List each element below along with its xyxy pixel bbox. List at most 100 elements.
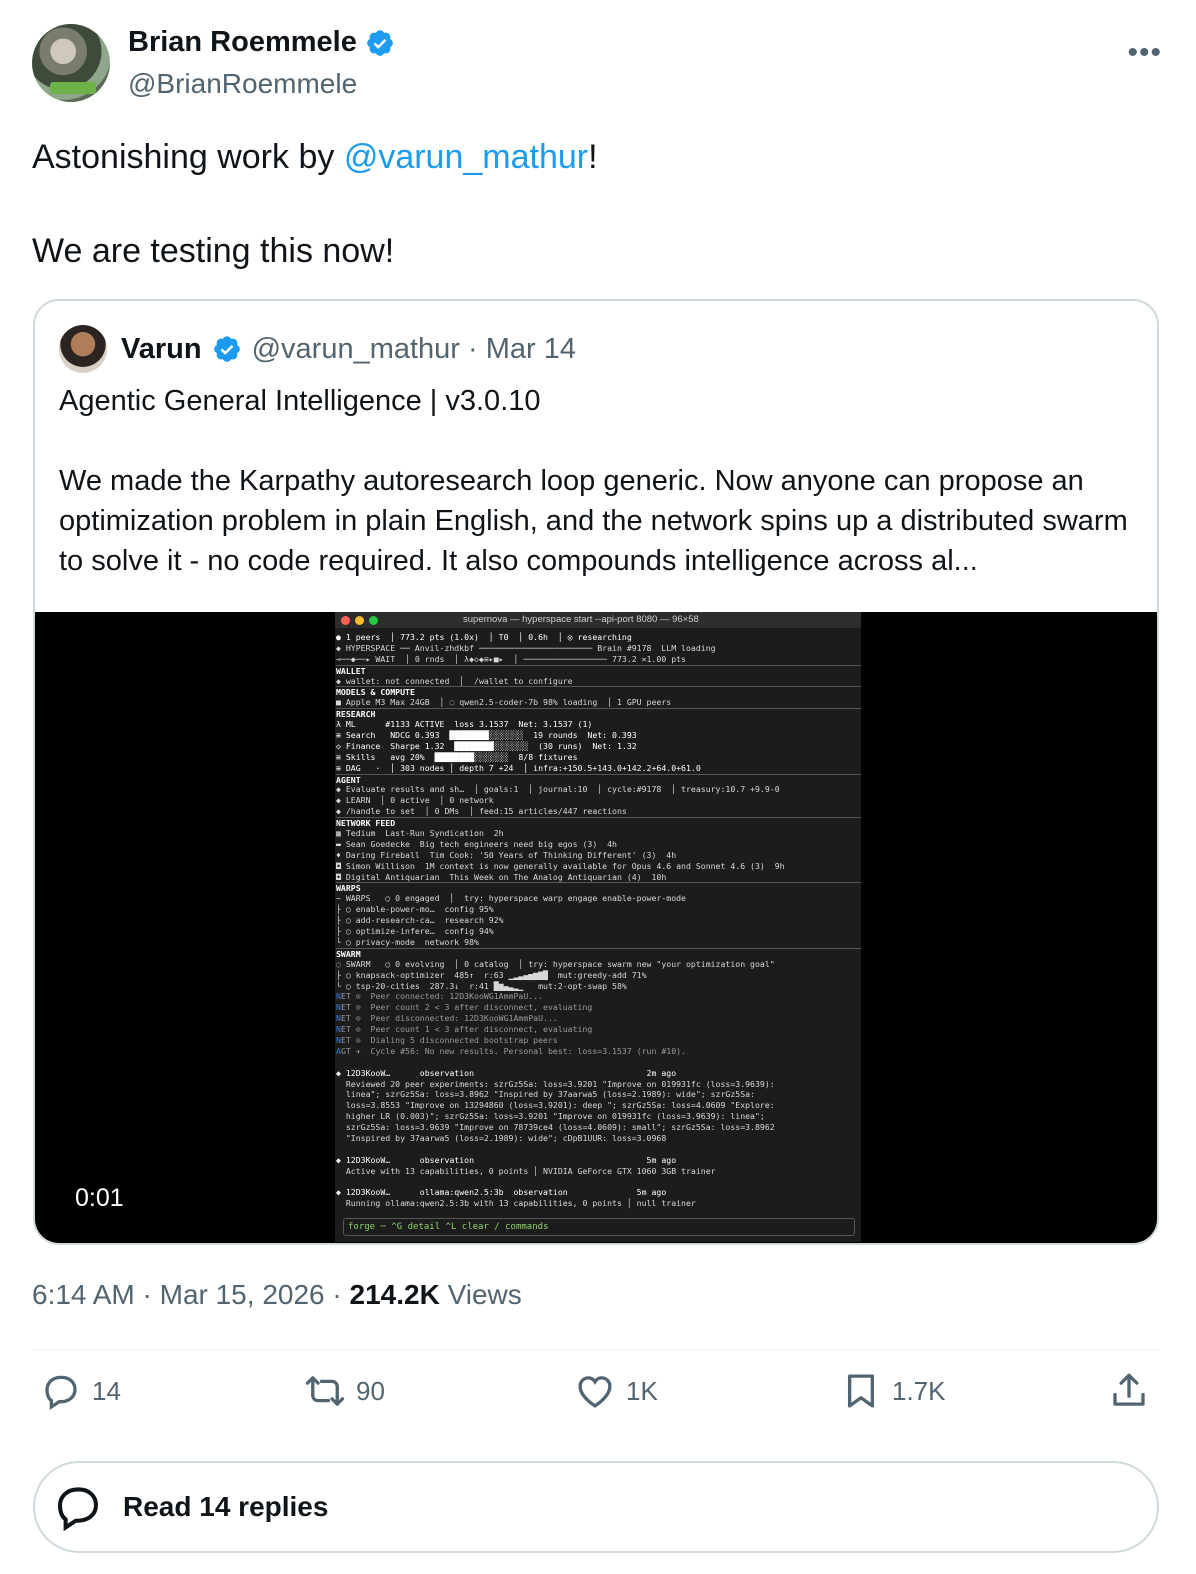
terminal-line: higher LR (0.003)"; szrGz5Sa: loss=3.920… [336, 1111, 765, 1122]
terminal-line: └ ○ tsp-20-cities 287.3↓ r:41 █▆▄▃▂▁ mut… [336, 980, 627, 991]
terminal-line: ≡ Skills avg 20% ████████░░░░░░░ 8/8 fix… [336, 751, 578, 762]
terminal-line: NET ⊙ Peer count 1 < 3 after disconnect,… [336, 1024, 593, 1035]
heart-icon [578, 1376, 612, 1408]
terminal-line: linea"; szrGz5Sa: loss=3.8962 "Inspired … [336, 1089, 755, 1100]
terminal-line: NET ⊙ Dialing 5 disconnected bootstrap p… [336, 1034, 558, 1045]
views-label: Views [439, 1279, 522, 1310]
tweet-text: Astonishing work by @varun_mathur! We ar… [32, 134, 1162, 322]
terminal-line: ├ ○ enable-power-mo… config 95% [336, 904, 494, 915]
terminal-line: ~ WARPS ○ 0 engaged │ try: hyperspace wa… [336, 893, 686, 904]
terminal-line: ▬ Sean Goedecke Big tech engineers need … [336, 838, 617, 849]
divider [32, 1349, 1159, 1350]
author-display-name[interactable]: Brian Roemmele [128, 26, 357, 59]
tweet-text-intro: Astonishing work by [32, 138, 344, 176]
quoted-tweet-header: Varun @varun_mathur · Mar 14 [59, 325, 576, 373]
terminal-line: ◆ Evaluate results and sh… │ goals:1 │ j… [336, 784, 780, 795]
terminal-line: ├ ○ knapsack-optimizer 485↑ r:63 ▁▂▃▄▅▆▇… [336, 969, 647, 980]
verified-badge-icon [367, 29, 393, 56]
terminal-line: ◆ HYPERSPACE ── Anvil-zhdkbf ───────────… [336, 642, 716, 653]
quoted-author-name[interactable]: Varun [121, 333, 202, 366]
terminal-line: ◆ 12D3KooW… observation 2m ago [336, 1067, 677, 1078]
like-button[interactable]: 1K [574, 1370, 658, 1412]
minimize-dot-icon [355, 615, 364, 625]
bookmark-icon [847, 1374, 875, 1408]
repost-button[interactable]: 90 [304, 1370, 385, 1412]
mention-link[interactable]: @varun_mathur [344, 138, 588, 176]
quoted-tweet-text: We made the Karpathy autoresearch loop g… [59, 465, 1128, 577]
terminal-titlebar: supernova — hyperspace start --api-port … [335, 612, 861, 628]
terminal-line: ▦ Tedium Last-Run Syndication 2h [336, 828, 504, 839]
terminal-line: RESEARCH [336, 708, 861, 719]
terminal-line: ◆ 12D3KooW… ollama:qwen2.5:3b observatio… [336, 1187, 667, 1198]
tweet-timestamp[interactable]: 6:14 AM · Mar 15, 2026 · [32, 1279, 350, 1310]
terminal-line: ■ Apple M3 Max 24GB │ ◌ qwen2.5-coder-7b… [336, 697, 672, 708]
quoted-author-avatar[interactable] [59, 325, 107, 373]
terminal-title: supernova — hyperspace start --api-port … [463, 613, 699, 625]
zoom-dot-icon [369, 615, 378, 625]
terminal-line: loss=3.8553 "Improve on 13294860 (loss=3… [336, 1100, 775, 1111]
terminal-line: ⊸──◆──▸ WAIT │ 0 rnds │ λ◆◇◆≡▸■▸ │ ─────… [336, 653, 686, 664]
terminal-line: Reviewed 20 peer experiments: szrGz5Sa: … [336, 1078, 775, 1089]
terminal-line: Running ollama:qwen2.5:3b with 13 capabi… [336, 1198, 696, 1209]
terminal-line: ≡ DAG · │ 303 nodes │ depth 7 +24 │ infr… [336, 762, 701, 773]
views-count: 214.2K [349, 1279, 440, 1310]
video-timecode: 0:01 [75, 1184, 124, 1212]
terminal-line: ◆ 12D3KooW… observation 5m ago [336, 1154, 677, 1165]
reply-count: 14 [92, 1375, 121, 1406]
reply-bubble-icon [57, 1487, 99, 1532]
reply-button[interactable]: 14 [40, 1370, 121, 1412]
tweet-meta: 6:14 AM · Mar 15, 2026 · 214.2K Views [32, 1279, 522, 1311]
quoted-author-handle-date[interactable]: @varun_mathur · Mar 14 [252, 333, 576, 366]
author-handle[interactable]: @BrianRoemmele [128, 68, 357, 100]
read-replies-label: Read 14 replies [123, 1491, 329, 1522]
terminal-screenshot: supernova — hyperspace start --api-port … [335, 612, 861, 1242]
tweet-header: Brian Roemmele @BrianRoemmele ••• [32, 24, 1162, 104]
terminal-line: ♦ Daring Fireball Tim Cook: '50 Years of… [336, 849, 677, 860]
quoted-tweet-title: Agentic General Intelligence | v3.0.10 [59, 385, 541, 417]
terminal-line: "Inspired by 37aarwa5 (loss=2.1989): wid… [336, 1132, 667, 1143]
terminal-line: ≡ Search NDCG 0.393 ████████░░░░░░░ 19 r… [336, 730, 637, 741]
terminal-line: NET ⊙ Peer connected: 12D3KooWG1AmmPaU..… [336, 991, 544, 1002]
share-icon [1113, 1373, 1145, 1406]
close-dot-icon [341, 615, 350, 625]
like-count: 1K [626, 1375, 658, 1406]
terminal-line: MODELS & COMPUTE [336, 686, 861, 697]
tweet-text-second-line: We are testing this now! [32, 232, 395, 270]
terminal-line: ◆ wallet: not connected │ /wallet to con… [336, 675, 573, 686]
terminal-line: ◘ Simon Willison 1M context is now gener… [336, 860, 785, 871]
terminal-line: SWARM [336, 947, 861, 959]
terminal-line: ◆ LEARN │ 0 active │ 0 network [336, 795, 494, 806]
tweet-text-exclaim: ! [588, 138, 598, 176]
terminal-line: ● 1 peers │ 773.2 pts (1.0x) │ T0 │ 0.6h… [336, 632, 632, 642]
verified-badge-icon [213, 336, 240, 362]
terminal-line: Active with 13 capabilities, 0 points │ … [336, 1165, 716, 1176]
terminal-line: AGT ✈ Cycle #56: No new results. Persona… [336, 1045, 686, 1056]
terminal-line: NET ⊙ Peer count 2 < 3 after disconnect,… [336, 1002, 593, 1013]
action-bar: 14 90 1K 1.7K [40, 1370, 1160, 1430]
share-button[interactable] [1108, 1370, 1150, 1412]
repost-count: 90 [356, 1375, 385, 1406]
terminal-line: λ ML #1133 ACTIVE loss 3.1537 Net: 3.153… [336, 719, 593, 730]
read-replies-button[interactable]: Read 14 replies [33, 1461, 1159, 1553]
terminal-line: └ ○ privacy-mode network 98% [336, 936, 479, 947]
terminal-prompt: forge ─ ^G detail ^L clear / commands [343, 1218, 855, 1236]
terminal-line: szrGz5Sa: loss=3.9639 "Improve on 78739c… [336, 1122, 775, 1133]
quoted-tweet-card[interactable]: Varun @varun_mathur · Mar 14 Agentic Gen… [33, 299, 1159, 1245]
quoted-tweet-body: Agentic General Intelligence | v3.0.10 W… [59, 381, 1139, 581]
terminal-line: ◆ /handle to set │ 0 DMs │ feed:15 artic… [336, 806, 627, 817]
terminal-line: ◇ Finance Sharpe 1.32 ████████░░░░░░░ (3… [336, 740, 637, 751]
video-player[interactable]: supernova — hyperspace start --api-port … [35, 612, 1157, 1243]
more-options-icon[interactable]: ••• [1127, 36, 1162, 70]
repost-icon [305, 1376, 345, 1406]
terminal-output: ● 1 peers │ 773.2 pts (1.0x) │ T0 │ 0.6h… [335, 628, 861, 1209]
terminal-line: ├ ○ add-research-ca… research 92% [336, 915, 504, 926]
terminal-line: AGENT [336, 773, 861, 784]
terminal-line: ├ ○ optimize-infere… config 94% [336, 926, 494, 937]
terminal-line: NETWORK FEED [336, 817, 861, 828]
bookmark-button[interactable]: 1.7K [840, 1370, 946, 1412]
author-avatar[interactable] [32, 24, 110, 102]
